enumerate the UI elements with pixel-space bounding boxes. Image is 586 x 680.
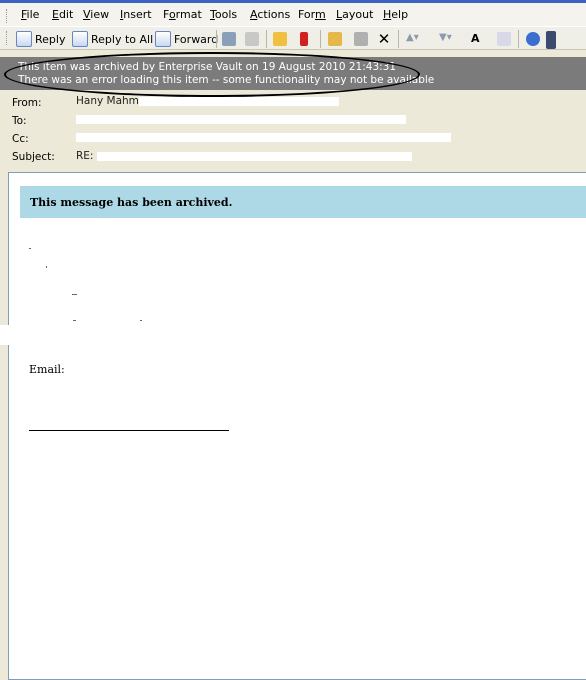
toolbar-grip[interactable] (6, 31, 10, 45)
forward-icon (155, 31, 171, 47)
flag-icon[interactable] (300, 32, 308, 46)
redaction (138, 96, 339, 106)
reply-label: Reply (35, 32, 66, 46)
residual-text (140, 320, 142, 321)
reply-all-icon (72, 31, 88, 47)
forward-label: Forward (174, 32, 219, 46)
translate-icon[interactable] (497, 32, 511, 46)
move-to-folder-icon[interactable] (273, 32, 287, 46)
residual-text (72, 294, 77, 295)
subject-prefix: RE: (76, 150, 94, 162)
email-label: Email: (29, 363, 65, 376)
to-label: To: (12, 115, 27, 127)
from-name: Hany Mahm (76, 95, 139, 107)
from-value[interactable]: Hany Mahm (76, 95, 339, 107)
font-size-icon[interactable]: A (471, 32, 485, 46)
next-item-icon[interactable]: ▼▾ (439, 32, 453, 46)
print-icon[interactable] (222, 32, 236, 46)
menu-form[interactable]: Form (298, 8, 326, 21)
residual-text (29, 248, 31, 249)
menu-insert[interactable]: Insert (120, 8, 152, 21)
redaction (96, 151, 412, 161)
residual-text (46, 266, 47, 268)
subject-value: RE: (76, 150, 412, 162)
signature-rule (29, 430, 229, 431)
message-body[interactable] (8, 172, 586, 680)
copy-icon[interactable] (245, 32, 259, 46)
menu-actions[interactable]: Actions (250, 8, 290, 21)
toolbar-separator (266, 30, 267, 48)
delete-icon[interactable]: ✕ (377, 32, 391, 47)
menu-edit[interactable]: Edit (52, 8, 73, 21)
menu-format[interactable]: Format (163, 8, 202, 21)
menu-view[interactable]: View (83, 8, 109, 21)
toolbar-separator (320, 30, 321, 48)
menu-tools[interactable]: Tools (210, 8, 237, 21)
reply-icon (16, 31, 32, 47)
reply-all-label: Reply to All (91, 32, 154, 46)
menu-grip[interactable] (6, 9, 10, 23)
residual-text (73, 320, 76, 321)
paste-icon[interactable] (354, 32, 368, 46)
subject-label: Subject: (12, 151, 55, 163)
menu-file[interactable]: File (21, 8, 39, 21)
open-folder-icon[interactable] (328, 32, 342, 46)
redaction (0, 325, 10, 345)
redaction (76, 132, 451, 142)
toolbar-separator (398, 30, 399, 48)
menu-bar: File Edit View Insert Format Tools Actio… (0, 0, 586, 26)
reply-all-button[interactable]: Reply to All (72, 30, 153, 48)
menu-help[interactable]: Help (383, 8, 408, 21)
forward-button[interactable]: Forward (155, 30, 218, 48)
reply-button[interactable]: Reply (16, 30, 65, 48)
archived-notice: This message has been archived. (20, 186, 586, 218)
toolbar-separator (216, 30, 217, 48)
standard-toolbar: Reply Reply to All Forward ✕ ▲▾ ▼▾ A (0, 26, 586, 50)
toolbar-separator (518, 30, 519, 48)
help-icon[interactable] (526, 32, 540, 46)
cc-label: Cc: (12, 133, 29, 145)
previous-item-icon[interactable]: ▲▾ (406, 32, 420, 46)
from-label: From: (12, 97, 42, 109)
annotation-ellipse (4, 52, 420, 97)
toolbar-options-chevron-icon[interactable] (546, 31, 556, 49)
menu-layout[interactable]: Layout (336, 8, 373, 21)
redaction (76, 114, 406, 124)
cc-value[interactable] (76, 131, 451, 143)
to-value[interactable] (76, 113, 406, 125)
